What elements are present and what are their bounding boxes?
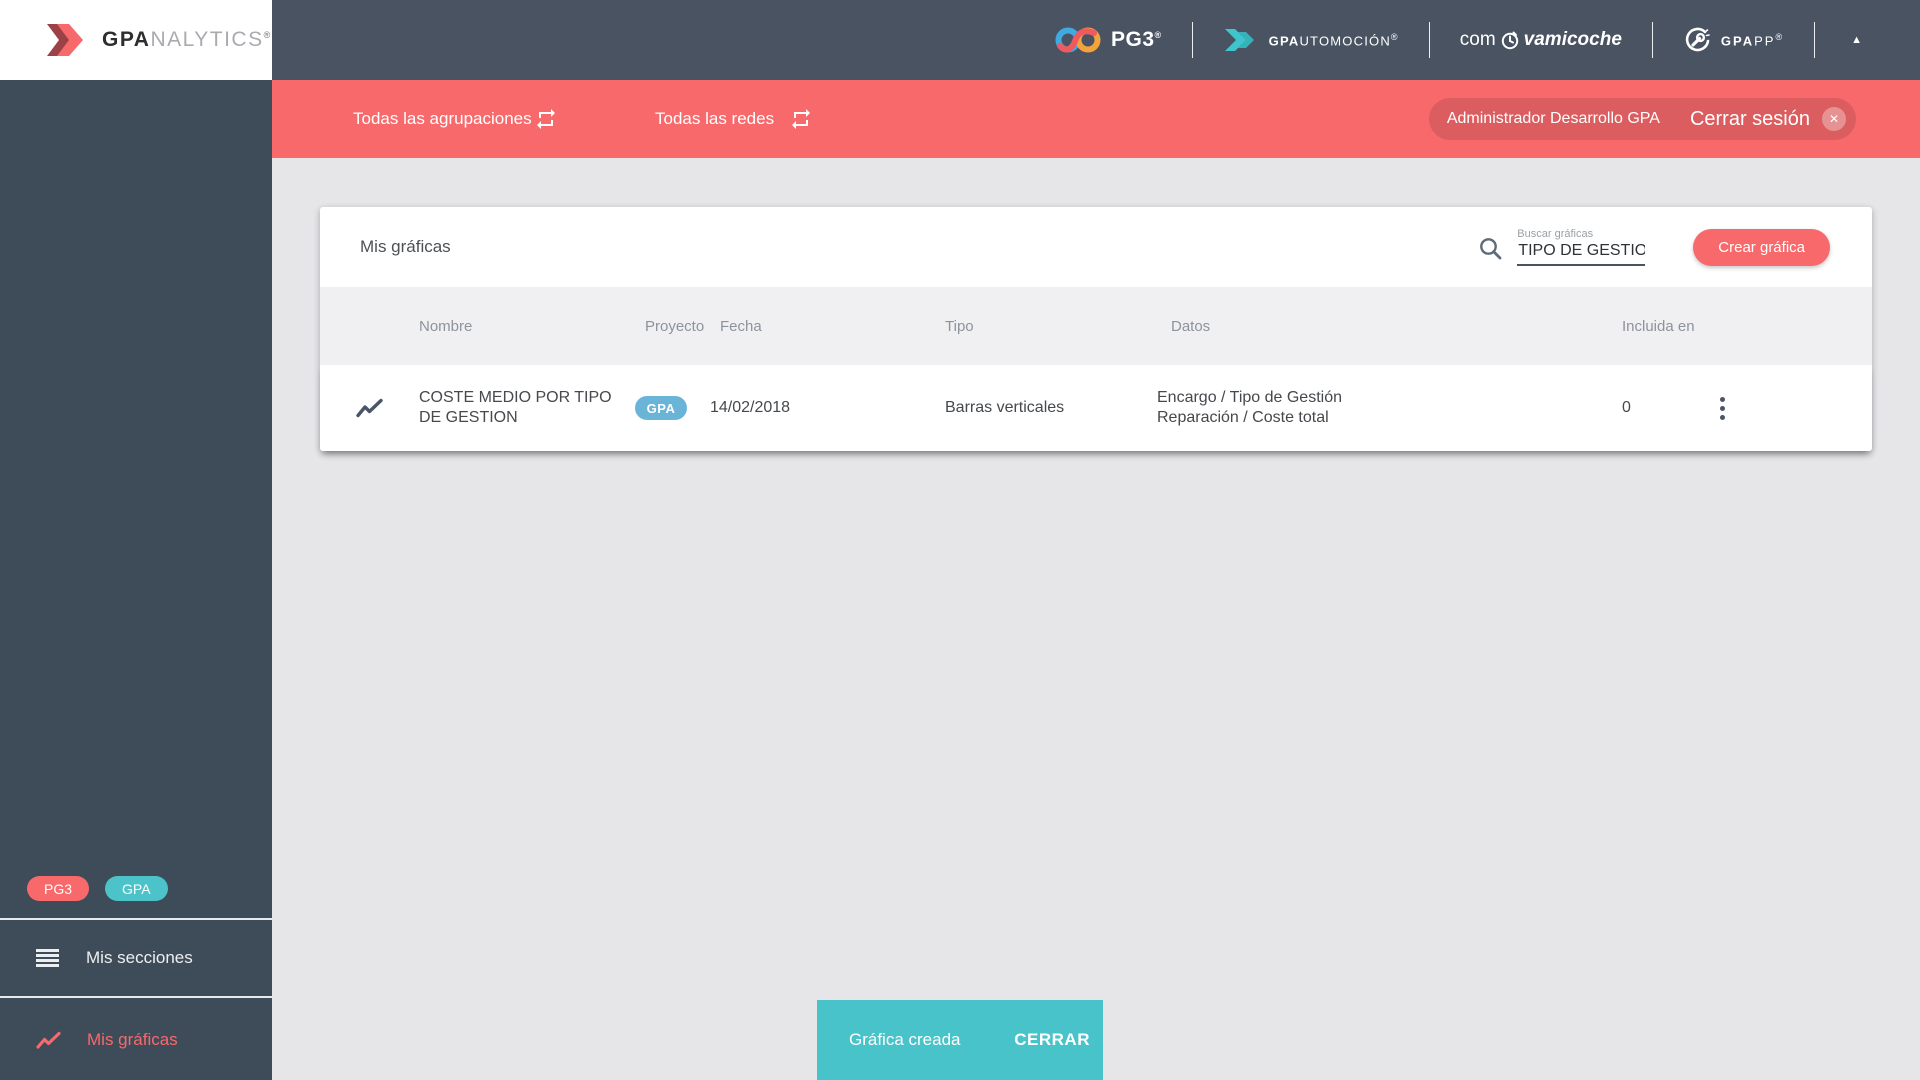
panel-title: Mis gráficas [360, 237, 451, 256]
topbar-divider [1428, 22, 1430, 58]
panel-header: Mis gráficas Buscar gráficas Crear gráfi… [320, 207, 1872, 287]
sidebar: GPANALYTICS® PG3 GPA Mis secciones Mis g… [0, 0, 272, 1080]
menu-lines-icon [36, 948, 59, 967]
topbar-divider [1814, 22, 1816, 58]
badge-pg3[interactable]: PG3 [27, 876, 90, 901]
gpapp-label: GPAPP® [1720, 31, 1785, 49]
sidebar-item-label: Mis secciones [86, 948, 193, 967]
column-header-tipo: Tipo [945, 317, 974, 335]
registered-mark: ® [263, 30, 272, 40]
column-header-datos: Datos [1171, 317, 1211, 335]
column-header-fecha: Fecha [720, 317, 762, 335]
search-input[interactable] [1517, 242, 1646, 266]
registered-mark: ® [1154, 30, 1162, 40]
line-chart-icon [36, 1031, 61, 1049]
sidebar-item-mis-graficas[interactable]: Mis gráficas [0, 1000, 272, 1080]
repeat-arrows-icon[interactable] [789, 107, 813, 131]
toast-message: Gráfica creada [849, 1030, 961, 1049]
toast-snackbar: Gráfica creada CERRAR [817, 1000, 1103, 1080]
comovamicoche-label: com vamicoche [1459, 29, 1622, 50]
project-badge: GPA [635, 396, 687, 420]
row-type-cell: Barras verticales [945, 399, 1065, 416]
my-charts-panel: Mis gráficas Buscar gráficas Crear gráfi… [320, 207, 1872, 451]
brand-logo[interactable]: GPANALYTICS® [0, 0, 272, 80]
user-session-pill: Administrador Desarrollo GPA Cerrar sesi… [1428, 98, 1856, 140]
data-line: Reparación / Coste total [1157, 409, 1329, 426]
app-logo-pg3[interactable]: PG3® [1055, 25, 1162, 55]
clock-icon [1501, 31, 1518, 50]
logout-button[interactable]: Cerrar sesión [1690, 108, 1810, 131]
registered-mark: ® [1390, 31, 1399, 42]
collapse-arrow-icon[interactable]: ▲ [1851, 34, 1862, 46]
search-field-label: Buscar gráficas [1517, 228, 1594, 240]
app-logo-gpautomocion[interactable]: GPAUTOMOCIÓN® [1223, 26, 1399, 54]
close-session-icon[interactable]: ✕ [1822, 107, 1846, 131]
filter-networks-label[interactable]: Todas las redes [655, 109, 774, 129]
sidebar-badges: PG3 GPA [27, 876, 168, 901]
sidebar-item-label: Mis gráficas [87, 1030, 178, 1049]
app-logo-comovamicoche[interactable]: com vamicoche [1460, 29, 1622, 51]
row-chart-type-cell [320, 398, 419, 419]
topbar-divider [1651, 22, 1653, 58]
double-chevron-icon [1224, 29, 1254, 51]
badge-gpa[interactable]: GPA [105, 876, 168, 901]
row-included-cell: 0 [1622, 399, 1631, 416]
create-chart-button[interactable]: Crear gráfica [1693, 229, 1830, 266]
table-row[interactable]: COSTE MEDIO POR TIPO DE GESTION GPA 14/0… [320, 365, 1872, 451]
brand-wordmark: GPANALYTICS® [102, 28, 272, 51]
line-chart-icon [356, 398, 383, 417]
kebab-menu-icon[interactable] [1716, 393, 1730, 424]
app-logo-gpapp[interactable]: GPAPP® [1683, 26, 1784, 54]
column-header-incluida-en: Incluida en [1622, 317, 1695, 335]
gpa-arrow-icon [47, 24, 83, 56]
search-area: Buscar gráficas Crear gráfica [1478, 228, 1872, 266]
column-header-proyecto: Proyecto [645, 317, 705, 335]
filter-groupings-label[interactable]: Todas las agrupaciones [353, 109, 532, 129]
row-project-cell: GPA [635, 396, 710, 420]
wrench-icon [1685, 27, 1710, 52]
row-menu-cell [1714, 393, 1872, 424]
row-name-cell: COSTE MEDIO POR TIPO DE GESTION [419, 389, 612, 426]
user-name-label: Administrador Desarrollo GPA [1446, 110, 1660, 127]
row-data-cell: Encargo / Tipo de Gestión Reparación / C… [1157, 388, 1619, 428]
pg3-label: PG3® [1110, 28, 1162, 51]
column-header-nombre: Nombre [419, 317, 473, 335]
search-field: Buscar gráficas [1517, 228, 1646, 266]
topbar: PG3® GPAUTOMOCIÓN® com vamicoche GPAPP® … [272, 0, 1920, 80]
filter-bar: Todas las agrupaciones Todas las redes A… [272, 80, 1920, 158]
registered-mark: ® [1775, 31, 1785, 42]
repeat-arrows-icon[interactable] [534, 107, 558, 131]
row-date-cell: 14/02/2018 [710, 399, 791, 416]
search-icon[interactable] [1478, 236, 1503, 261]
table-header-row: Nombre Proyecto Fecha Tipo Datos Incluid… [320, 287, 1872, 365]
sidebar-item-mis-secciones[interactable]: Mis secciones [0, 918, 272, 998]
gpautomocion-label: GPAUTOMOCIÓN® [1268, 31, 1399, 49]
infinity-loops-icon [1055, 27, 1101, 53]
toast-close-button[interactable]: CERRAR [1014, 1030, 1090, 1050]
topbar-divider [1191, 22, 1193, 58]
data-line: Encargo / Tipo de Gestión [1157, 389, 1342, 406]
